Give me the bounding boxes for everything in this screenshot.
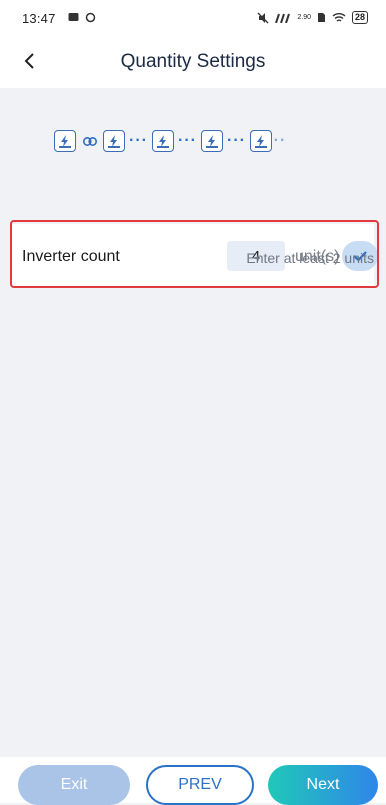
footer-bar: Exit PREV Next xyxy=(0,757,386,805)
page-title: Quantity Settings xyxy=(120,51,266,72)
connection-dots: ··· xyxy=(178,132,197,149)
lightning-bolt-icon xyxy=(61,135,68,147)
next-button[interactable]: Next xyxy=(268,765,378,805)
message-icon xyxy=(68,13,79,21)
inverter-icon xyxy=(250,130,272,152)
lightning-bolt-icon xyxy=(110,135,117,147)
exit-button[interactable]: Exit xyxy=(18,765,130,805)
inverter-icon xyxy=(54,130,76,152)
lightning-bolt-icon xyxy=(208,135,215,147)
inverter-topology-diagram: ··· ··· ··· ·· xyxy=(54,130,288,152)
lightning-bolt-icon xyxy=(257,135,264,147)
connection-dots: ··· xyxy=(129,132,148,149)
hint-text: Enter at least 2 units xyxy=(246,250,374,268)
sync-icon xyxy=(85,12,96,23)
prev-button[interactable]: PREV xyxy=(146,765,254,805)
status-notification-icons xyxy=(68,12,96,23)
inverter-icon xyxy=(201,130,223,152)
page-header: Quantity Settings xyxy=(0,36,386,88)
inverter-icon xyxy=(152,130,174,152)
inverter-icon xyxy=(103,130,125,152)
battery-indicator: 28 xyxy=(351,11,368,24)
network-speed: 2.90 xyxy=(297,14,311,21)
wifi-icon xyxy=(332,13,346,22)
sim-icon xyxy=(317,13,325,22)
connection-dots-fading: ·· xyxy=(273,132,287,149)
signal-icon xyxy=(275,13,291,23)
mute-icon xyxy=(257,12,269,23)
status-system-icons: 2.90 28 xyxy=(257,11,368,24)
status-bar: 13:47 2.90 28 xyxy=(0,0,386,36)
connection-dots: ··· xyxy=(227,132,246,149)
hint-label: Enter at least 2 units xyxy=(246,250,374,266)
link-icon xyxy=(76,136,103,146)
status-time: 13:47 xyxy=(22,11,56,26)
lightning-bolt-icon xyxy=(159,135,166,147)
